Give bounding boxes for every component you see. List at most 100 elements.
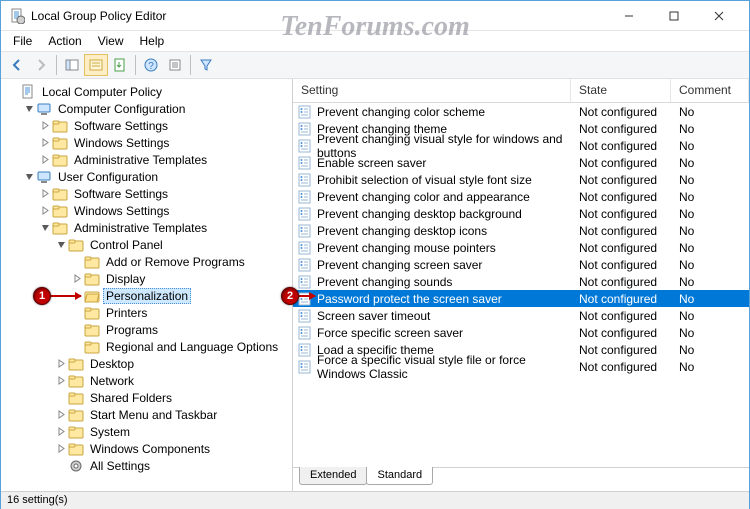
tree-pane[interactable]: Local Computer PolicyComputer Configurat… [1,79,293,491]
titlebar: Local Group Policy Editor [1,1,749,31]
forward-button[interactable] [29,54,53,76]
setting-row[interactable]: Prevent changing color and appearanceNot… [293,188,749,205]
tree-root[interactable]: Local Computer Policy [3,83,290,100]
tree-cc-software[interactable]: Software Settings [3,117,290,134]
tree-label: Windows Settings [71,204,172,218]
toggle-icon[interactable] [55,427,67,436]
close-button[interactable] [696,2,741,30]
tree-all-settings[interactable]: All Settings [3,457,290,474]
folder-icon [68,441,84,457]
toggle-icon[interactable] [71,274,83,283]
options-button[interactable] [163,54,187,76]
tree-network[interactable]: Network [3,372,290,389]
tree-cp-display[interactable]: Display [3,270,290,287]
tab-standard[interactable]: Standard [366,467,433,485]
toggle-icon[interactable] [55,444,67,453]
minimize-button[interactable] [606,2,651,30]
setting-state: Not configured [571,241,671,255]
setting-state: Not configured [571,326,671,340]
annotation-arrow-1 [51,295,81,297]
maximize-button[interactable] [651,2,696,30]
col-comment[interactable]: Comment [671,79,749,102]
tree-control-panel[interactable]: Control Panel [3,236,290,253]
toggle-icon[interactable] [55,410,67,419]
tree-label: Windows Components [87,442,213,456]
toggle-icon[interactable] [39,189,51,198]
toggle-icon[interactable] [39,155,51,164]
setting-row[interactable]: Screen saver timeoutNot configuredNo [293,307,749,324]
toggle-icon[interactable] [39,138,51,147]
setting-row[interactable]: Password protect the screen saverNot con… [293,290,749,307]
setting-row[interactable]: Prohibit selection of visual style font … [293,171,749,188]
annotation-arrow-2 [299,295,315,297]
list-header: Setting State Comment [293,79,749,103]
setting-row[interactable]: Prevent changing mouse pointersNot confi… [293,239,749,256]
tree-shared[interactable]: Shared Folders [3,389,290,406]
setting-comment: No [671,105,749,119]
setting-row[interactable]: Prevent changing color schemeNot configu… [293,103,749,120]
setting-state: Not configured [571,360,671,374]
setting-icon [297,104,313,120]
toggle-icon[interactable] [39,223,51,232]
comp-icon [36,101,52,117]
tree-uc-software[interactable]: Software Settings [3,185,290,202]
toggle-icon[interactable] [23,104,35,113]
menu-action[interactable]: Action [42,32,87,50]
tree-startmenu[interactable]: Start Menu and Taskbar [3,406,290,423]
show-hide-tree-button[interactable] [60,54,84,76]
setting-state: Not configured [571,309,671,323]
setting-name: Prohibit selection of visual style font … [317,173,532,187]
tree-label: Programs [103,323,161,337]
tree-wincomp[interactable]: Windows Components [3,440,290,457]
setting-row[interactable]: Prevent changing soundsNot configuredNo [293,273,749,290]
menu-help[interactable]: Help [134,32,171,50]
tree-cp-addremove[interactable]: Add or Remove Programs [3,253,290,270]
tree-cc-windows[interactable]: Windows Settings [3,134,290,151]
tree-cp-printers[interactable]: Printers [3,304,290,321]
properties-button[interactable] [84,54,108,76]
help-button[interactable]: ? [139,54,163,76]
setting-state: Not configured [571,139,671,153]
folder-icon [84,254,100,270]
setting-state: Not configured [571,258,671,272]
filter-button[interactable] [194,54,218,76]
tree-cp-regional[interactable]: Regional and Language Options [3,338,290,355]
folder-icon [52,152,68,168]
setting-icon [297,206,313,222]
setting-row[interactable]: Force a specific visual style file or fo… [293,358,749,375]
menu-file[interactable]: File [7,32,38,50]
tree-uc-admin[interactable]: Administrative Templates [3,219,290,236]
setting-icon [297,138,313,154]
tree-computer-configuration[interactable]: Computer Configuration [3,100,290,117]
status-bar: 16 setting(s) [1,491,749,509]
toggle-icon[interactable] [55,376,67,385]
tree-user-configuration[interactable]: User Configuration [3,168,290,185]
tree-system[interactable]: System [3,423,290,440]
toggle-icon[interactable] [23,172,35,181]
setting-state: Not configured [571,190,671,204]
col-setting[interactable]: Setting [293,79,571,102]
toggle-icon[interactable] [55,359,67,368]
list-body[interactable]: Prevent changing color schemeNot configu… [293,103,749,467]
setting-row[interactable]: Enable screen saverNot configuredNo [293,154,749,171]
tree-uc-windows[interactable]: Windows Settings [3,202,290,219]
setting-row[interactable]: Prevent changing visual style for window… [293,137,749,154]
tree-cp-programs[interactable]: Programs [3,321,290,338]
toggle-icon[interactable] [39,206,51,215]
toggle-icon[interactable] [39,121,51,130]
toolbar: ? [1,51,749,79]
col-state[interactable]: State [571,79,671,102]
tree-cc-admin[interactable]: Administrative Templates [3,151,290,168]
setting-row[interactable]: Prevent changing screen saverNot configu… [293,256,749,273]
setting-row[interactable]: Force specific screen saverNot configure… [293,324,749,341]
setting-row[interactable]: Prevent changing desktop backgroundNot c… [293,205,749,222]
setting-row[interactable]: Prevent changing desktop iconsNot config… [293,222,749,239]
tab-extended[interactable]: Extended [299,467,367,485]
back-button[interactable] [5,54,29,76]
menu-view[interactable]: View [92,32,130,50]
toggle-icon[interactable] [55,240,67,249]
tab-strip: Extended Standard [293,467,749,491]
tree-desktop[interactable]: Desktop [3,355,290,372]
export-list-button[interactable] [108,54,132,76]
doc-icon [20,84,36,100]
